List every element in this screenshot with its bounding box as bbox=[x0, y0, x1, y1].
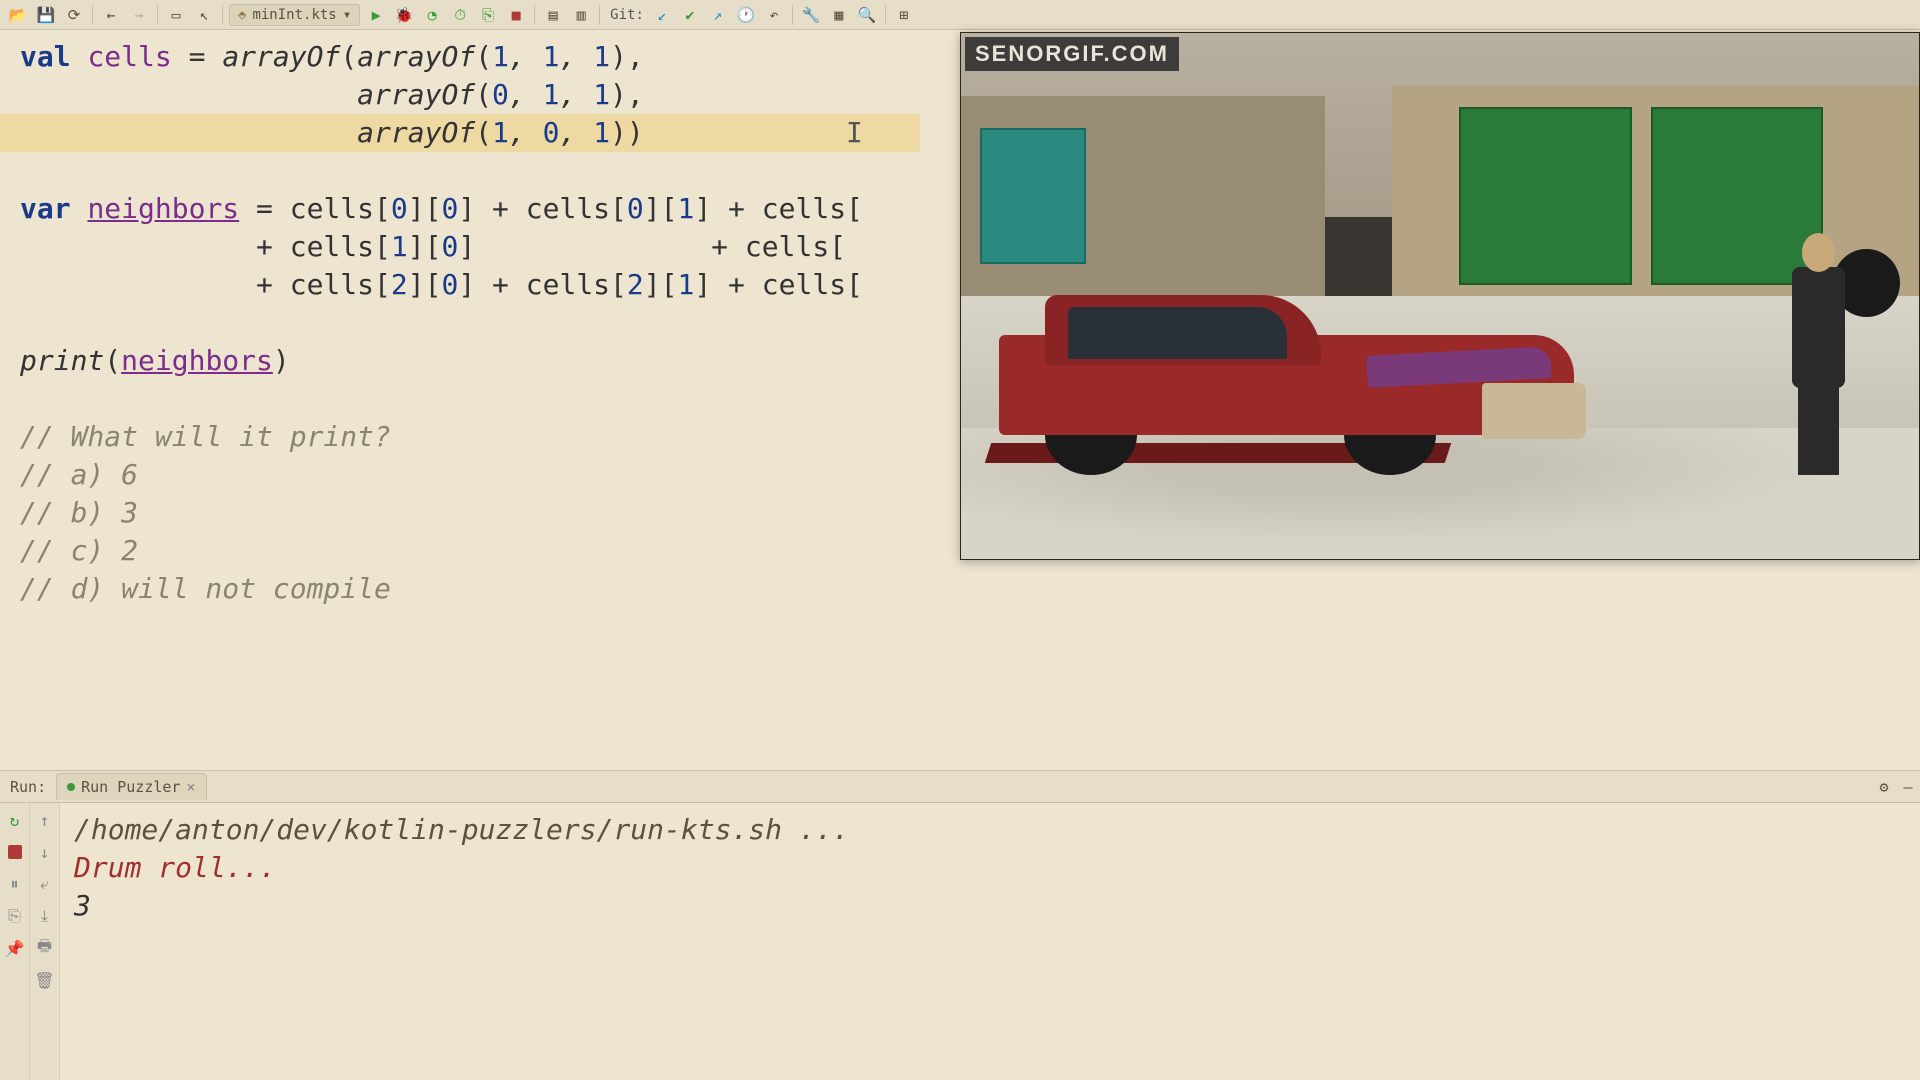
rerun-icon[interactable]: ↻ bbox=[4, 809, 26, 831]
wrench-icon[interactable]: 🔧 bbox=[799, 3, 823, 27]
pointer-icon[interactable]: ↖ bbox=[192, 3, 216, 27]
search-icon[interactable]: 🔍 bbox=[855, 3, 879, 27]
stop-icon[interactable] bbox=[4, 841, 26, 863]
text-cursor: I bbox=[644, 116, 863, 149]
run-gutter-secondary: ↑ ↓ ⤶ ⤓ 🖶 🗑 bbox=[30, 803, 60, 1080]
run-tabs-bar: Run: Run Puzzler × ⚙ — bbox=[0, 771, 1920, 803]
back-icon[interactable]: ← bbox=[99, 3, 123, 27]
git-update-icon[interactable]: ↙ bbox=[650, 3, 674, 27]
separator bbox=[92, 5, 93, 25]
separator bbox=[885, 5, 886, 25]
run-body: ↻ ⏸ ⎘ 📌 ↑ ↓ ⤶ ⤓ 🖶 🗑 /home/anton/dev/kotl… bbox=[0, 803, 1920, 1080]
window-icon[interactable]: ▭ bbox=[164, 3, 188, 27]
save-icon[interactable]: 💾 bbox=[34, 3, 58, 27]
stop-icon[interactable]: ■ bbox=[504, 3, 528, 27]
identifier-cells: cells bbox=[87, 40, 171, 73]
highlighted-line: arrayOf(1, 0, 1)) I bbox=[0, 114, 920, 152]
run-console[interactable]: /home/anton/dev/kotlin-puzzlers/run-kts.… bbox=[60, 803, 1920, 1080]
scroll-icon[interactable]: ⤓ bbox=[34, 905, 56, 927]
attach-icon[interactable]: ⎘ bbox=[476, 3, 500, 27]
keyword-var: var bbox=[20, 192, 71, 225]
chevron-down-icon: ▾ bbox=[343, 7, 351, 23]
separator bbox=[534, 5, 535, 25]
image-scene bbox=[961, 33, 1919, 559]
comment: // c) 2 bbox=[20, 534, 138, 567]
separator bbox=[222, 5, 223, 25]
comment: // What will it print? bbox=[20, 420, 391, 453]
down-icon[interactable]: ↓ bbox=[34, 841, 56, 863]
git-push-icon[interactable]: ↗ bbox=[706, 3, 730, 27]
dump-icon[interactable]: ⎘ bbox=[4, 905, 26, 927]
run-config-selector[interactable]: ⬘ minInt.kts ▾ bbox=[229, 4, 360, 26]
gear-icon[interactable]: ⚙ bbox=[1872, 775, 1896, 799]
refresh-icon[interactable]: ⟳ bbox=[62, 3, 86, 27]
minimize-icon[interactable]: — bbox=[1896, 775, 1920, 799]
keyword-val: val bbox=[20, 40, 71, 73]
run-icon[interactable]: ▶ bbox=[364, 3, 388, 27]
git-label: Git: bbox=[610, 7, 644, 23]
layout-icon[interactable]: ▥ bbox=[569, 3, 593, 27]
open-icon[interactable]: 📂 bbox=[6, 3, 30, 27]
run-panel: Run: Run Puzzler × ⚙ — ↻ ⏸ ⎘ 📌 ↑ ↓ ⤶ ⤓ 🖶… bbox=[0, 770, 1920, 1080]
comment: // b) 3 bbox=[20, 496, 138, 529]
main-toolbar: 📂 💾 ⟳ ← → ▭ ↖ ⬘ minInt.kts ▾ ▶ 🐞 ◔ ⏱ ⎘ ■… bbox=[0, 0, 1920, 30]
comment: // d) will not compile bbox=[20, 572, 391, 605]
image-watermark: SENORGIF.COM bbox=[965, 37, 1179, 71]
status-dot-icon bbox=[67, 783, 75, 791]
run-gutter-primary: ↻ ⏸ ⎘ 📌 bbox=[0, 803, 30, 1080]
separator bbox=[157, 5, 158, 25]
coverage-icon[interactable]: ◔ bbox=[420, 3, 444, 27]
clear-icon[interactable]: 🗑 bbox=[34, 969, 56, 991]
structure-icon[interactable]: ▤ bbox=[541, 3, 565, 27]
console-line: /home/anton/dev/kotlin-puzzlers/run-kts.… bbox=[74, 813, 849, 846]
separator bbox=[599, 5, 600, 25]
pin-icon[interactable]: 📌 bbox=[4, 937, 26, 959]
git-commit-icon[interactable]: ✔ bbox=[678, 3, 702, 27]
console-line: Drum roll... bbox=[74, 851, 276, 884]
run-config-label: minInt.kts bbox=[252, 7, 336, 23]
up-icon[interactable]: ↑ bbox=[34, 809, 56, 831]
pause-icon[interactable]: ⏸ bbox=[4, 873, 26, 895]
debug-icon[interactable]: 🐞 bbox=[392, 3, 416, 27]
git-history-icon[interactable]: 🕐 bbox=[734, 3, 758, 27]
run-tab-label: Run Puzzler bbox=[81, 778, 180, 796]
identifier-neighbors: neighbors bbox=[87, 192, 239, 225]
settings-icon[interactable]: ▦ bbox=[827, 3, 851, 27]
overlay-image: SENORGIF.COM bbox=[960, 32, 1920, 560]
print-icon[interactable]: 🖶 bbox=[34, 937, 56, 959]
git-revert-icon[interactable]: ↶ bbox=[762, 3, 786, 27]
wrecked-car bbox=[999, 275, 1574, 475]
forward-icon[interactable]: → bbox=[127, 3, 151, 27]
comment: // a) 6 bbox=[20, 458, 138, 491]
editor-workspace: val cells = arrayOf(arrayOf(1, 1, 1), ar… bbox=[0, 30, 1920, 770]
person bbox=[1785, 233, 1852, 475]
separator bbox=[792, 5, 793, 25]
close-icon[interactable]: × bbox=[186, 778, 195, 796]
more-icon[interactable]: ⊞ bbox=[892, 3, 916, 27]
soft-wrap-icon[interactable]: ⤶ bbox=[34, 873, 56, 895]
run-panel-label: Run: bbox=[0, 778, 56, 796]
run-tab[interactable]: Run Puzzler × bbox=[56, 773, 206, 800]
console-output: 3 bbox=[74, 889, 91, 922]
profile-icon[interactable]: ⏱ bbox=[448, 3, 472, 27]
